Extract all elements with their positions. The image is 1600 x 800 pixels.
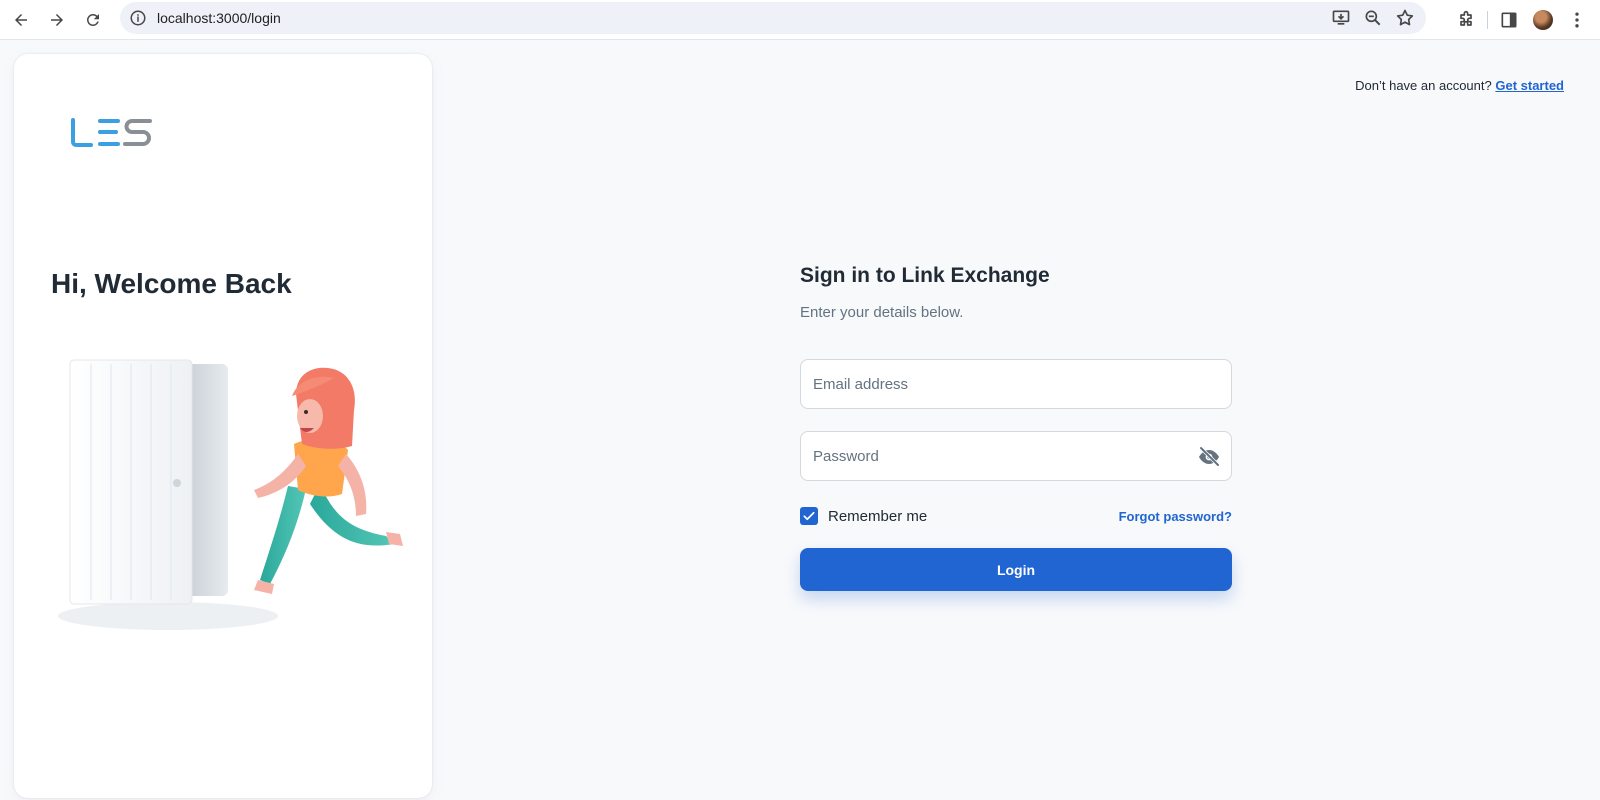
remember-label[interactable]: Remember me <box>828 508 927 525</box>
star-icon <box>1396 9 1414 26</box>
eye-off-icon[interactable] <box>1197 445 1221 469</box>
more-vert-icon <box>1575 12 1579 28</box>
toolbar-divider <box>1487 11 1488 29</box>
url-text[interactable]: localhost:3000/login <box>157 10 281 26</box>
welcome-heading: Hi, Welcome Back <box>51 268 292 299</box>
reload-icon <box>86 13 99 26</box>
signup-prompt: Don’t have an account? Get started <box>1355 78 1564 93</box>
bookmark-button[interactable] <box>1394 7 1416 29</box>
reload-button[interactable] <box>76 3 110 37</box>
side-panel-icon <box>1501 12 1517 28</box>
site-info-icon[interactable] <box>129 9 147 27</box>
install-app-button[interactable] <box>1330 7 1352 29</box>
form-options-row: Remember me Forgot password? <box>800 505 1232 527</box>
puzzle-icon <box>1460 10 1472 26</box>
side-panel-button[interactable] <box>1492 3 1526 37</box>
address-bar[interactable]: localhost:3000/login <box>120 2 1426 34</box>
get-started-link[interactable]: Get started <box>1495 78 1564 93</box>
remember-checkbox[interactable] <box>800 507 818 525</box>
password-input[interactable] <box>801 432 1231 480</box>
forgot-password-link[interactable]: Forgot password? <box>1119 509 1232 524</box>
form-subtitle: Enter your details below. <box>800 304 964 321</box>
forward-button[interactable] <box>40 3 74 37</box>
remember-me[interactable]: Remember me <box>800 507 927 525</box>
email-field-wrapper <box>800 359 1232 409</box>
arrow-right-icon <box>51 13 63 26</box>
profile-button[interactable] <box>1526 3 1560 37</box>
check-icon <box>803 511 815 521</box>
browser-toolbar: localhost:3000/login <box>0 0 1600 40</box>
menu-button[interactable] <box>1560 3 1594 37</box>
signup-prompt-text: Don’t have an account? <box>1355 78 1492 93</box>
avatar <box>1533 10 1553 30</box>
back-button[interactable] <box>4 3 38 37</box>
form-title: Sign in to Link Exchange <box>800 264 1050 287</box>
login-form: Sign in to Link Exchange Enter your deta… <box>800 264 1232 591</box>
zoom-icon <box>1365 10 1381 26</box>
install-app-icon <box>1332 10 1350 25</box>
extensions-button[interactable] <box>1449 3 1483 37</box>
welcome-card: Hi, Welcome Back <box>14 54 432 798</box>
password-field-wrapper <box>800 431 1232 481</box>
les-logo <box>71 118 152 147</box>
arrow-left-icon <box>15 13 27 26</box>
email-input[interactable] <box>801 360 1231 408</box>
login-button[interactable]: Login <box>800 548 1232 591</box>
login-illustration <box>58 359 403 630</box>
zoom-button[interactable] <box>1362 7 1384 29</box>
